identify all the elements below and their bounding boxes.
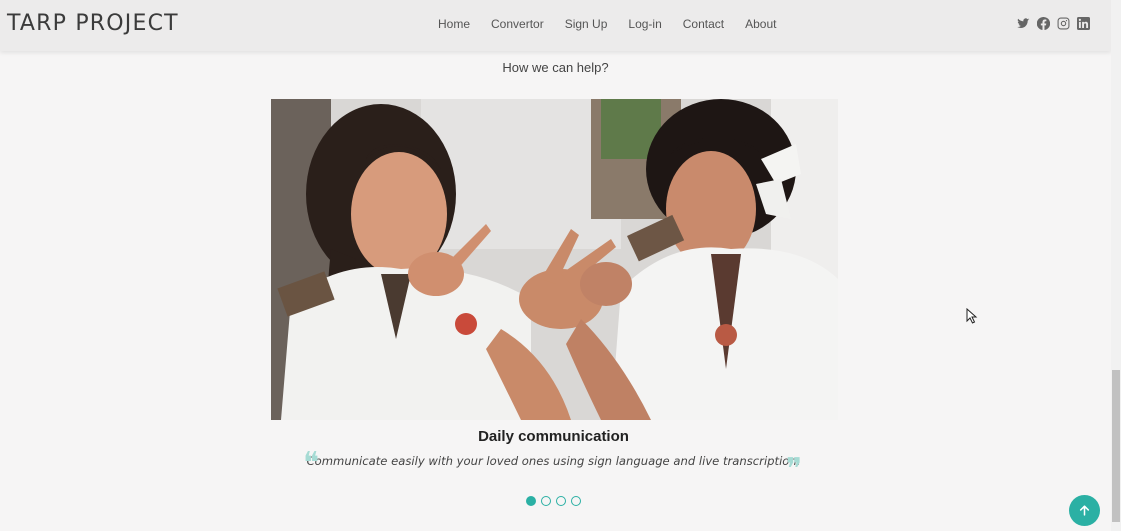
section-subtitle: How we can help? [502,60,609,75]
back-to-top-button[interactable] [1069,495,1100,526]
page: TARP PROJECT Home Convertor Sign Up Log-… [0,0,1121,531]
browser-viewport: TARP PROJECT Home Convertor Sign Up Log-… [0,0,1111,531]
facebook-icon[interactable] [1036,16,1050,30]
close-quote-icon: ❞ [786,452,803,487]
twitter-icon[interactable] [1016,16,1030,30]
instagram-icon[interactable] [1056,16,1070,30]
site-logo[interactable]: TARP PROJECT [7,11,179,36]
carousel-dot-4[interactable] [571,496,581,506]
carousel-slide-image [271,99,838,420]
slide-title: Daily communication [478,428,629,445]
social-links [1016,16,1090,30]
slide-description: Communicate easily with your loved ones … [306,454,801,468]
nav-log-in[interactable]: Log-in [628,17,661,31]
site-header: TARP PROJECT Home Convertor Sign Up Log-… [0,0,1111,51]
nav-sign-up[interactable]: Sign Up [565,17,608,31]
nav-home[interactable]: Home [438,17,470,31]
students-sign-language-photo [271,99,838,420]
carousel-pagination [526,496,581,506]
scrollbar-thumb[interactable] [1112,370,1120,522]
nav-contact[interactable]: Contact [683,17,724,31]
testimonial-quote: ❝ Communicate easily with your loved one… [0,449,1107,485]
open-quote-icon: ❝ [303,446,320,481]
carousel-dot-2[interactable] [541,496,551,506]
mouse-cursor-icon [966,308,978,324]
linkedin-icon[interactable] [1076,16,1090,30]
nav-about[interactable]: About [745,17,776,31]
nav-convertor[interactable]: Convertor [491,17,544,31]
arrow-up-icon [1079,505,1090,516]
main-nav: Home Convertor Sign Up Log-in Contact Ab… [438,17,797,31]
carousel-dot-1[interactable] [526,496,536,506]
carousel-dot-3[interactable] [556,496,566,506]
page-scrollbar[interactable] [1111,0,1121,531]
